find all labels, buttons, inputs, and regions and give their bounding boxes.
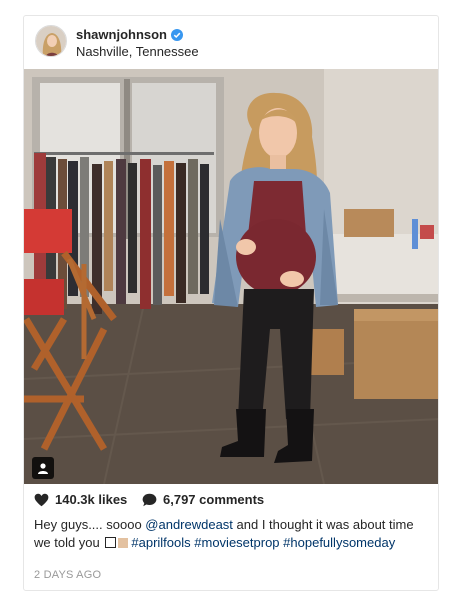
comment-bubble-icon[interactable] — [142, 493, 157, 507]
photo-scene — [24, 69, 438, 484]
hashtag-link-moviesetprop[interactable]: #moviesetprop — [194, 535, 279, 550]
mention-link[interactable]: @andrewdeast — [145, 517, 233, 532]
location-link[interactable]: Nashville, Tennessee — [76, 44, 199, 59]
verified-badge-icon — [171, 29, 183, 41]
caption-text-lead: Hey guys.... soooo — [34, 517, 146, 532]
username-link[interactable]: shawnjohnson — [76, 27, 183, 42]
likes-count: 140.3k likes — [55, 492, 128, 507]
post-caption: Hey guys.... soooo @andrewdeast and I th… — [34, 516, 432, 552]
post-timestamp[interactable]: 2 DAYS AGO — [34, 569, 101, 581]
user-tag-icon — [38, 463, 48, 474]
skin-tone-emoji-icon — [118, 538, 129, 548]
emoji-placeholder-icon — [105, 537, 117, 548]
username[interactable]: shawnjohnson — [76, 27, 167, 42]
instagram-post-card: shawnjohnson Nashville, Tennessee 140.3k… — [23, 15, 439, 591]
avatar[interactable] — [35, 25, 67, 57]
post-photo[interactable] — [24, 69, 438, 484]
hashtag-link-hopefullysomeday[interactable]: #hopefullysomeday — [283, 535, 395, 550]
comments-count: 6,797 comments — [163, 492, 265, 507]
hashtag-link-aprilfools[interactable]: #aprilfools — [131, 535, 190, 550]
post-header: shawnjohnson Nashville, Tennessee — [24, 16, 438, 69]
likes-count-link[interactable]: 140.3k likes — [34, 492, 127, 507]
comments-count-link[interactable]: 6,797 comments — [142, 492, 264, 507]
heart-icon[interactable] — [34, 493, 49, 507]
tagged-users-button[interactable] — [32, 457, 54, 479]
